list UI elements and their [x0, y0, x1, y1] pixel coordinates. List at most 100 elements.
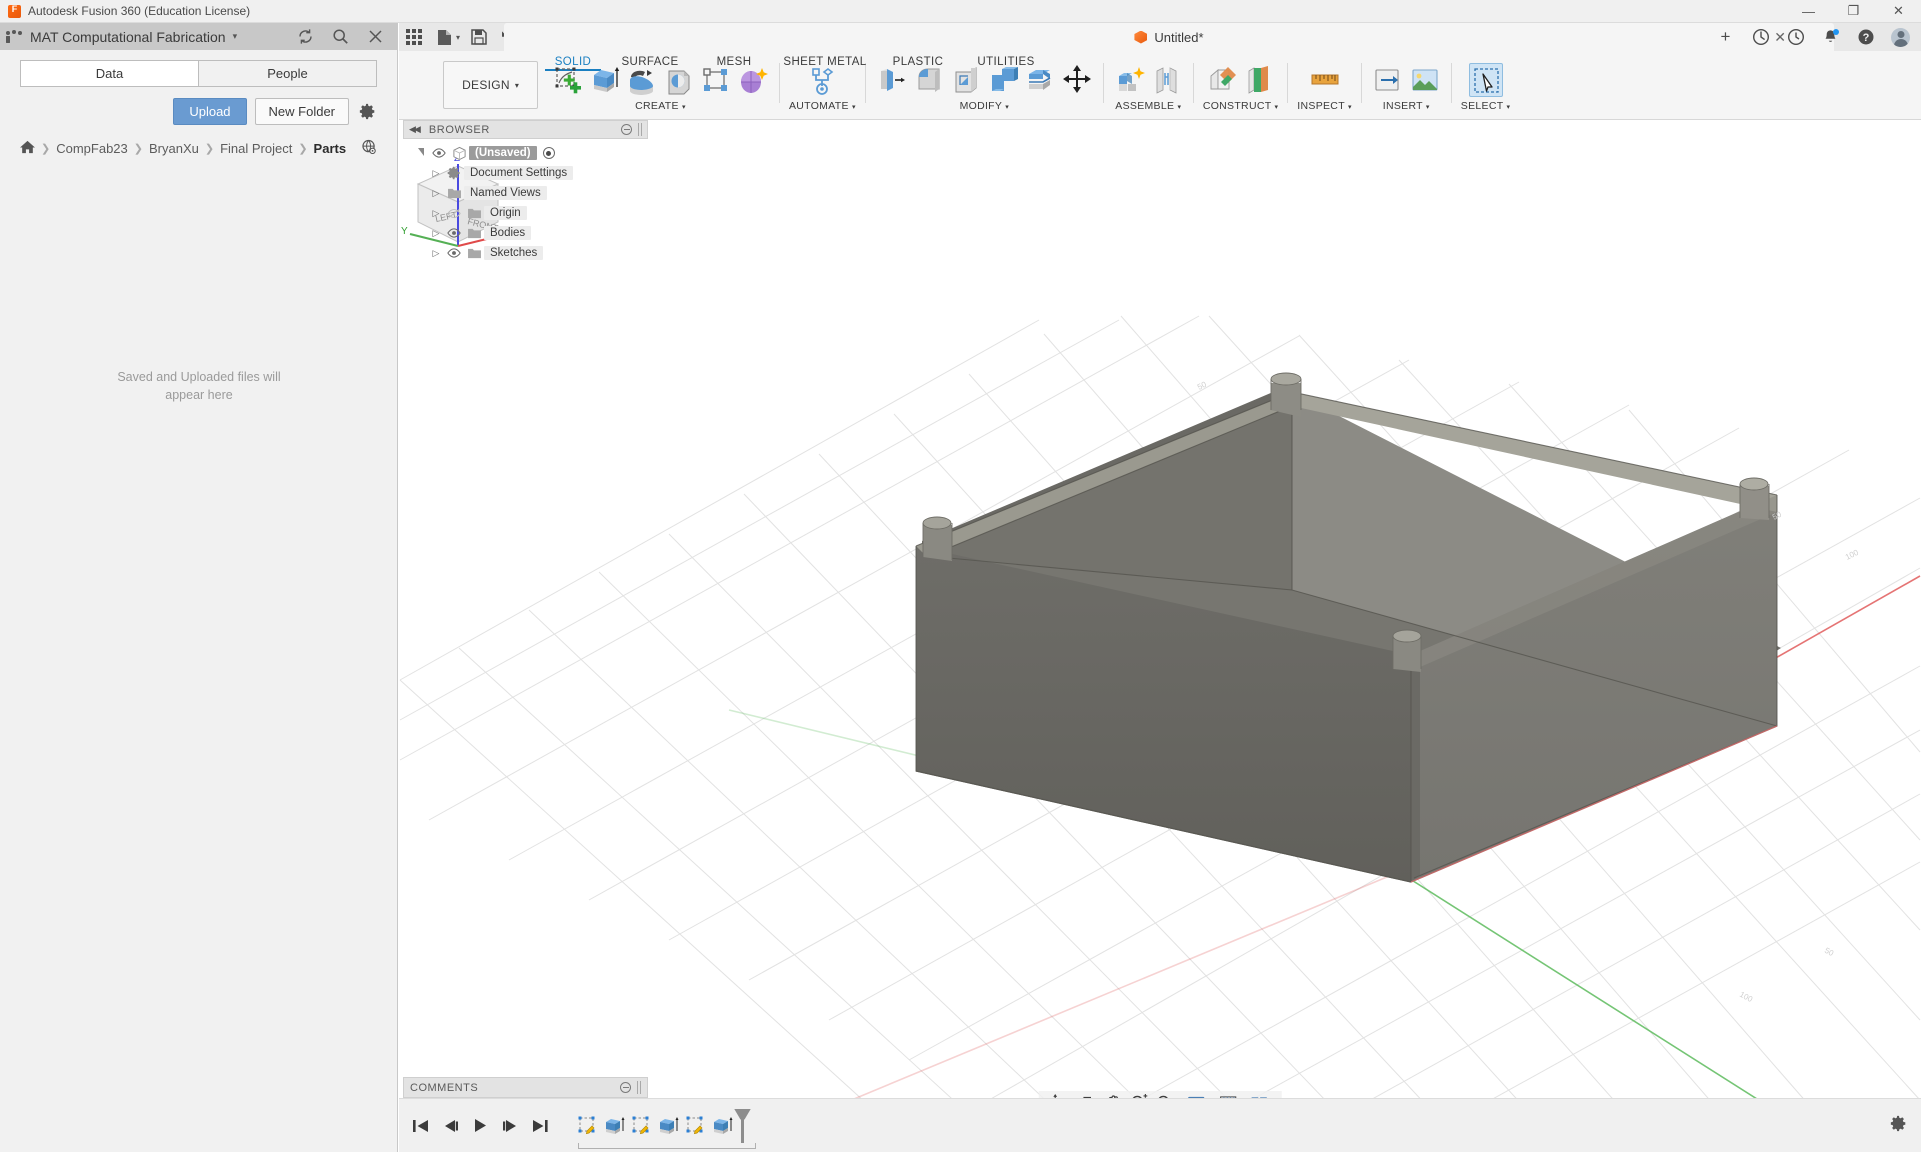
expand-triangle-icon[interactable]: ▷ [428, 188, 444, 199]
bell-icon[interactable] [1814, 23, 1847, 51]
measure-icon[interactable] [1308, 63, 1342, 97]
hub-name[interactable]: MAT Computational Fabrication [30, 29, 226, 45]
extrude-feature-icon[interactable] [657, 1114, 680, 1137]
pattern-icon[interactable] [699, 63, 733, 97]
ribbon-group-modify-label[interactable]: MODIFY ▾ [960, 100, 1010, 112]
add-tab-button[interactable]: + [1709, 23, 1742, 51]
offset-face-icon[interactable] [1023, 63, 1057, 97]
form-icon[interactable] [736, 63, 770, 97]
gear-icon[interactable] [1890, 1115, 1907, 1137]
fillet-icon[interactable] [912, 63, 946, 97]
ribbon-group-assemble-label[interactable]: ASSEMBLE ▾ [1115, 100, 1181, 112]
visibility-eye-icon[interactable] [444, 228, 464, 238]
workspace-switcher[interactable]: DESIGN ▾ [443, 61, 538, 109]
ribbon-group-automate-label[interactable]: AUTOMATE ▾ [789, 100, 856, 112]
visibility-eye-icon[interactable] [444, 248, 464, 258]
insert-canvas-icon[interactable] [1408, 63, 1442, 97]
grid-icon[interactable] [399, 23, 429, 51]
revolve-icon[interactable] [625, 63, 659, 97]
ribbon-group-insert-label[interactable]: INSERT ▾ [1383, 100, 1430, 112]
play-icon[interactable] [473, 1118, 488, 1133]
comments-options-icon[interactable] [620, 1082, 631, 1093]
sketch-feature-icon[interactable] [576, 1114, 599, 1137]
maximize-button[interactable]: ❐ [1831, 0, 1876, 23]
document-tab[interactable]: Untitled* ✕ [504, 23, 1834, 51]
save-icon[interactable] [464, 23, 494, 51]
ribbon-group-inspect-label[interactable]: INSPECT ▾ [1297, 100, 1351, 112]
browser-header[interactable]: ◀◀ BROWSER [403, 120, 648, 139]
ribbon-group-create-label[interactable]: CREATE ▾ [635, 100, 686, 112]
extensions-icon[interactable] [1744, 23, 1777, 51]
sketch-feature-icon[interactable] [684, 1114, 707, 1137]
new-file-icon[interactable] [429, 23, 459, 51]
tree-item-unsaved[interactable]: (Unsaved) [413, 143, 648, 163]
joint-icon[interactable] [1150, 63, 1184, 97]
close-data-panel-icon[interactable] [366, 27, 385, 46]
visibility-eye-off-icon[interactable] [444, 208, 464, 219]
expand-triangle-icon[interactable]: ▷ [428, 168, 444, 179]
automate-icon[interactable] [805, 63, 839, 97]
expand-triangle-icon[interactable]: ▷ [428, 228, 444, 239]
tree-item-origin[interactable]: ▷ Origin [428, 203, 648, 223]
offset-plane-icon[interactable] [1205, 63, 1239, 97]
collapse-browser-icon[interactable]: ◀◀ [409, 124, 419, 135]
new-folder-button[interactable]: New Folder [255, 98, 349, 125]
upload-button[interactable]: Upload [173, 98, 246, 125]
tree-item-bodies[interactable]: ▷ Bodies [428, 223, 648, 243]
insert-derive-icon[interactable] [1371, 63, 1405, 97]
press-pull-icon[interactable] [875, 63, 909, 97]
new-component-icon[interactable] [1113, 63, 1147, 97]
extrude-icon[interactable] [588, 63, 622, 97]
visibility-eye-icon[interactable] [429, 148, 449, 158]
gear-icon[interactable] [357, 102, 377, 122]
shell-icon[interactable] [949, 63, 983, 97]
close-window-button[interactable]: ✕ [1876, 0, 1921, 23]
recent-icon[interactable] [1779, 23, 1812, 51]
breadcrumb-item-1[interactable]: BryanXu [149, 141, 199, 156]
comments-panel[interactable]: COMMENTS [403, 1077, 648, 1098]
chevron-down-icon[interactable]: ▾ [233, 31, 238, 42]
refresh-icon[interactable] [296, 27, 315, 46]
tree-item-document-settings[interactable]: ▷ Document Settings [428, 163, 648, 183]
ribbon-group-insert: INSERT ▾ [1366, 63, 1447, 112]
browser-options-icon[interactable] [621, 124, 632, 135]
tree-item-named-views[interactable]: ▷ Named Views [428, 183, 648, 203]
model-open-box[interactable] [916, 373, 1781, 882]
combine-icon[interactable] [986, 63, 1020, 97]
expand-triangle-icon[interactable] [413, 148, 429, 158]
plane-angle-icon[interactable] [1242, 63, 1276, 97]
tab-data[interactable]: Data [20, 60, 199, 87]
step-forward-icon[interactable] [502, 1119, 518, 1133]
go-to-end-icon[interactable] [532, 1119, 548, 1133]
browser-resize-grip[interactable] [638, 123, 642, 136]
tree-item-sketches[interactable]: ▷ Sketches [428, 243, 648, 263]
sketch-feature-icon[interactable] [630, 1114, 653, 1137]
active-component-radio[interactable] [543, 147, 555, 159]
ribbon-group-construct-label[interactable]: CONSTRUCT ▾ [1203, 100, 1278, 112]
expand-triangle-icon[interactable]: ▷ [428, 248, 444, 259]
select-cursor-icon[interactable] [1469, 63, 1503, 97]
extrude-feature-icon[interactable] [711, 1114, 734, 1137]
breadcrumb-item-3[interactable]: Parts [314, 141, 347, 156]
ribbon-group-select-label[interactable]: SELECT ▾ [1461, 100, 1511, 112]
breadcrumb-item-0[interactable]: CompFab23 [56, 141, 128, 156]
move-copy-icon[interactable] [1060, 63, 1094, 97]
help-icon[interactable]: ? [1849, 23, 1882, 51]
comments-resize-grip[interactable] [637, 1081, 641, 1094]
avatar[interactable] [1884, 23, 1917, 51]
sweep-icon[interactable] [662, 63, 696, 97]
expand-triangle-icon[interactable]: ▷ [428, 208, 444, 219]
step-back-icon[interactable] [443, 1119, 459, 1133]
search-icon[interactable] [331, 27, 350, 46]
create-sketch-icon[interactable] [551, 63, 585, 97]
timeline-marker[interactable] [741, 1109, 744, 1143]
home-icon[interactable] [20, 140, 35, 157]
extrude-feature-icon[interactable] [603, 1114, 626, 1137]
tab-people[interactable]: People [199, 60, 377, 87]
breadcrumb-item-2[interactable]: Final Project [220, 141, 292, 156]
minimize-button[interactable]: — [1786, 0, 1831, 23]
go-to-beginning-icon[interactable] [413, 1119, 429, 1133]
3d-viewport[interactable]: 50 50 100 50 100 LEFT FRONT Z [399, 120, 1921, 1152]
globe-icon[interactable] [361, 139, 377, 158]
chevron-down-icon[interactable]: ▾ [456, 33, 460, 42]
